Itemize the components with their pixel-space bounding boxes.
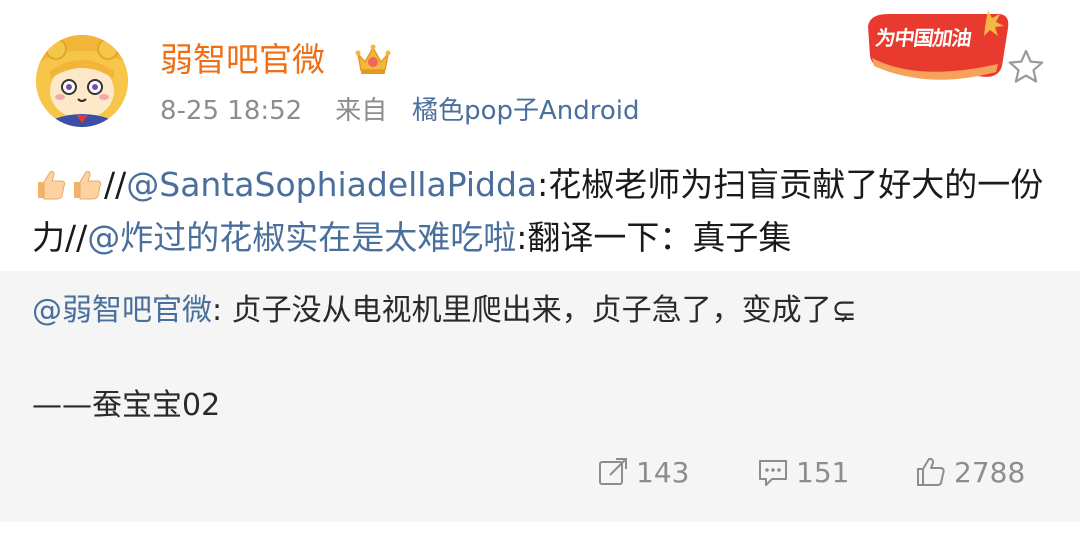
- reposted-content[interactable]: @弱智吧官微: 贞子没从电视机里爬出来，贞子急了，变成了⊊ ——蚕宝宝02 14…: [0, 271, 1080, 522]
- mention-link[interactable]: @炸过的花椒实在是太难吃啦: [87, 218, 516, 257]
- source-prefix: 来自: [335, 96, 388, 126]
- crown-icon[interactable]: [354, 40, 392, 78]
- comment-button[interactable]: 151: [756, 447, 849, 497]
- post-text-segment: :翻译一下：真子集: [516, 218, 792, 257]
- repost-text-segment: : 贞子没从电视机里爬出来，贞子急了，变成了⊊: [212, 293, 857, 328]
- action-bar: 143 151 2788: [0, 447, 1080, 497]
- repost-text: @弱智吧官微: 贞子没从电视机里爬出来，贞子急了，变成了⊊: [32, 289, 982, 333]
- thumbs-up-icon: [917, 457, 945, 486]
- repost-icon: [599, 458, 627, 485]
- avatar[interactable]: [36, 35, 128, 127]
- repost-signature: ——蚕宝宝02: [32, 388, 221, 423]
- thumbs-up-emoji-icon: [68, 164, 104, 200]
- comment-icon: [759, 460, 787, 486]
- pop-team-epic-avatar-icon: [36, 35, 128, 127]
- username[interactable]: 弱智吧官微: [160, 38, 325, 82]
- bottom-divider: [0, 522, 1080, 538]
- repost-count: 143: [636, 455, 690, 489]
- mention-link[interactable]: @SantaSophiadellaPidda: [126, 165, 537, 204]
- star-icon[interactable]: [1006, 47, 1046, 87]
- campaign-badge-text: 为中国加油: [874, 26, 973, 50]
- like-button[interactable]: 2788: [914, 447, 1025, 497]
- post-source[interactable]: 橘色pop子Android: [412, 96, 639, 126]
- timestamp: 8-25 18:52: [160, 96, 303, 126]
- comment-count: 151: [796, 455, 850, 489]
- campaign-badge[interactable]: 为中国加油: [858, 6, 1018, 86]
- thumbs-up-emoji-icon: [32, 164, 68, 200]
- post-meta: 8-25 18:52 来自 橘色pop子Android: [160, 92, 640, 130]
- separator: //: [104, 165, 127, 204]
- repost-mention-link[interactable]: @弱智吧官微: [32, 293, 212, 328]
- post-body: //@SantaSophiadellaPidda:花椒老师为扫盲贡献了好大的一份…: [32, 158, 1052, 264]
- post-header: 弱智吧官微 8-25 18:52 来自 橘色pop子Android 为中国加油: [0, 0, 1080, 150]
- repost-button[interactable]: 143: [596, 447, 689, 497]
- like-count: 2788: [954, 455, 1026, 489]
